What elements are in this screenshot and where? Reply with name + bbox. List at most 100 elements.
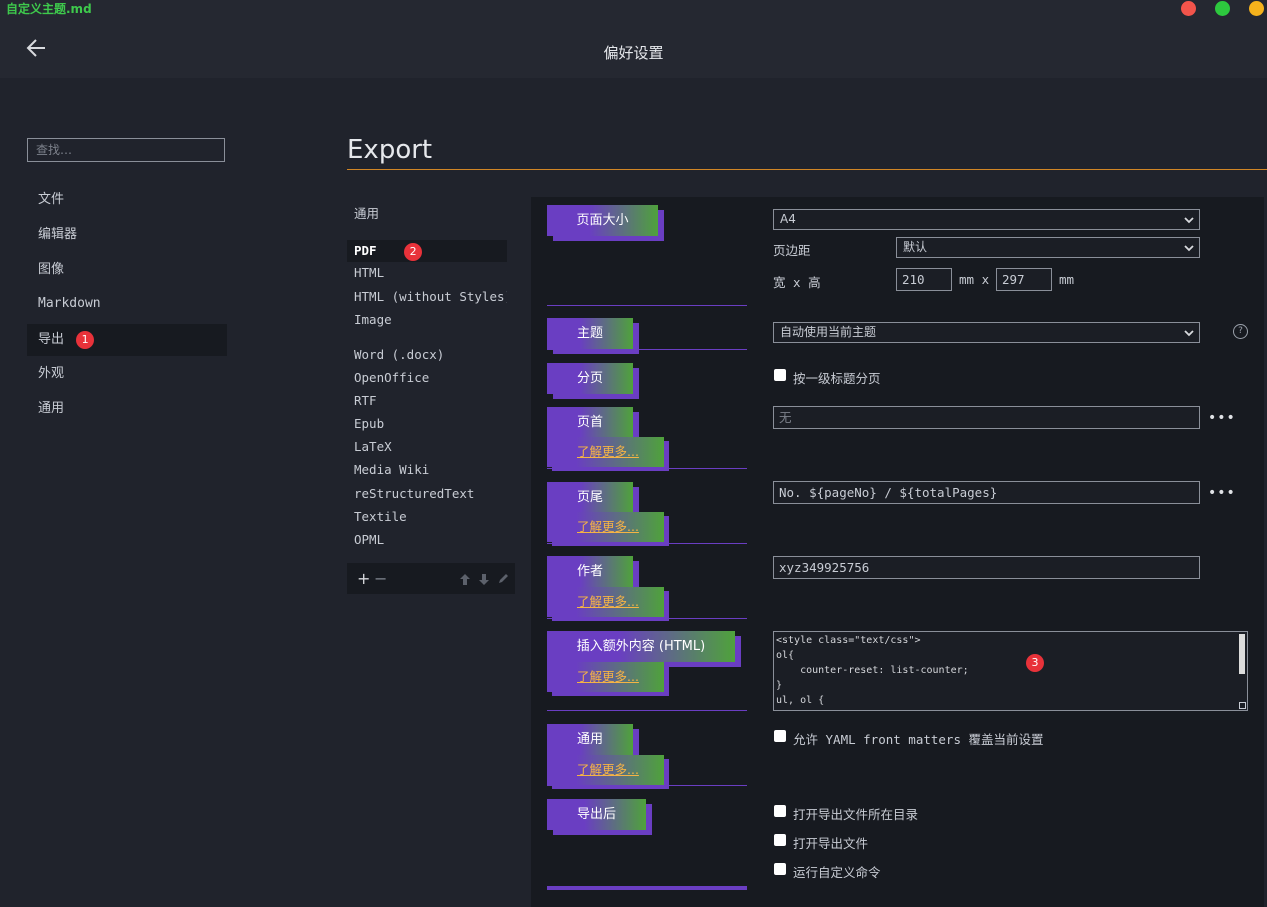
theme-select[interactable]: 自动使用当前主题 [773,322,1200,343]
help-icon[interactable]: ? [1233,324,1248,339]
move-up-icon[interactable] [459,573,471,586]
chevron-down-icon [1184,330,1194,337]
sidebar-item-appearance[interactable]: 外观 [27,358,227,390]
author-input[interactable]: xyz349925756 [773,556,1200,579]
margin-value: 默认 [903,240,928,254]
sidebar-item-label: 通用 [38,401,65,416]
resize-grip[interactable] [1239,702,1246,709]
format-item-image[interactable]: Image [347,309,507,331]
learn-more-link[interactable]: 了解更多... [547,587,664,617]
learn-more-text: 了解更多... [577,669,639,684]
format-item-mediawiki[interactable]: Media Wiki [347,459,507,481]
pagination-label: 分页 [547,363,633,394]
format-item-pdf[interactable]: PDF 2 [347,240,507,262]
format-item-textile[interactable]: Textile [347,506,507,528]
learn-more-text: 了解更多... [577,762,639,777]
header-more-button[interactable]: ••• [1208,410,1236,426]
header-input[interactable]: 无 [773,406,1200,429]
document-title: 自定义主题.md [6,2,92,16]
chevron-down-icon [1184,245,1194,252]
theme-value: 自动使用当前主题 [780,325,877,339]
group-divider [547,543,747,544]
format-item-rtf[interactable]: RTF [347,390,507,412]
open-export-folder-label: 打开导出文件所在目录 [793,807,919,822]
format-item-epub[interactable]: Epub [347,413,507,435]
after-export-label: 导出后 [547,799,646,830]
learn-more-link[interactable]: 了解更多... [547,662,664,692]
remove-format-button[interactable]: − [374,569,387,588]
footer-more-button[interactable]: ••• [1208,485,1236,501]
close-window-button[interactable] [1181,1,1196,16]
header-label: 页首 [547,407,633,438]
format-item-html-without-styles[interactable]: HTML (without Styles) [347,286,507,308]
learn-more-link[interactable]: 了解更多... [547,755,664,785]
sidebar-item-label: 导出 [38,332,65,347]
search-input[interactable] [27,138,225,162]
learn-more-text: 了解更多... [577,444,639,459]
sidebar-item-image[interactable]: 图像 [27,254,227,286]
code-line: counter-reset: list-counter; [776,665,969,676]
format-item-label: PDF [354,243,377,258]
yaml-override-checkbox[interactable] [774,730,786,742]
page-size-select[interactable]: A4 [773,209,1200,230]
general-label: 通用 [547,724,633,755]
annotation-badge: 1 [76,330,95,349]
footer-input[interactable]: No. ${pageNo} / ${totalPages} [773,481,1200,504]
width-height-label: 宽 x 高 [773,275,821,290]
format-item-general[interactable]: 通用 [347,203,507,225]
run-custom-command-checkbox[interactable] [774,863,786,875]
format-item-openoffice[interactable]: OpenOffice [347,367,507,389]
format-item-word[interactable]: Word (.docx) [347,344,507,366]
format-item-html[interactable]: HTML [347,262,507,284]
format-list-toolbar: + − [347,563,515,594]
page-width-input[interactable]: 210 [896,268,952,291]
minimize-window-button[interactable] [1215,1,1230,16]
author-label: 作者 [547,556,633,587]
move-down-icon[interactable] [478,573,490,586]
sidebar-item-editor[interactable]: 编辑器 [27,219,227,251]
yaml-override-label: 允许 YAML front matters 覆盖当前设置 [793,732,1044,747]
open-exported-file-label: 打开导出文件 [793,836,869,851]
learn-more-link[interactable]: 了解更多... [547,512,664,542]
group-divider [547,305,747,306]
sidebar-item-label: 文件 [38,192,65,207]
title-bar [0,0,1267,78]
code-line: } [776,680,783,691]
zoom-window-button[interactable] [1249,1,1264,16]
group-divider [547,886,747,890]
learn-more-link[interactable]: 了解更多... [547,437,664,467]
section-title: Export [347,135,433,165]
page-size-value: A4 [780,212,796,226]
extra-html-label: 插入额外内容 (HTML) [547,631,735,662]
format-item-opml[interactable]: OPML [347,529,507,551]
page-break-h1-label: 按一级标题分页 [793,371,881,386]
sidebar-item-label: 编辑器 [38,227,78,242]
editor-scrollbar[interactable] [1239,634,1245,674]
open-export-folder-checkbox[interactable] [774,805,786,817]
page-break-h1-checkbox[interactable] [774,369,786,381]
annotation-badge: 3 [1026,654,1044,672]
sidebar-item-markdown[interactable]: Markdown [27,288,227,320]
learn-more-text: 了解更多... [577,519,639,534]
sidebar-item-export[interactable]: 导出 1 [27,324,227,356]
margin-select[interactable]: 默认 [896,237,1200,258]
code-line: <style class="text/css"> [776,635,921,646]
sidebar-item-file[interactable]: 文件 [27,184,227,216]
add-format-button[interactable]: + [357,569,370,588]
page-height-input[interactable]: 297 [996,268,1052,291]
sidebar-item-label: Markdown [38,296,101,311]
sidebar-item-general[interactable]: 通用 [27,393,227,425]
extra-html-textarea[interactable]: <style class="text/css"> ol{ counter-res… [773,631,1248,711]
open-exported-file-checkbox[interactable] [774,834,786,846]
theme-label: 主题 [547,318,633,349]
mm-x-label: mm x [959,272,990,287]
margin-label: 页边距 [773,243,811,258]
section-divider [347,169,1267,170]
format-item-latex[interactable]: LaTeX [347,436,507,458]
edit-pencil-icon[interactable] [497,572,510,585]
format-item-restructuredtext[interactable]: reStructuredText [347,483,507,505]
annotation-badge: 2 [404,242,423,261]
code-line: ol{ [776,650,795,661]
group-divider [547,468,747,469]
preferences-title: 偏好设置 [603,44,664,62]
